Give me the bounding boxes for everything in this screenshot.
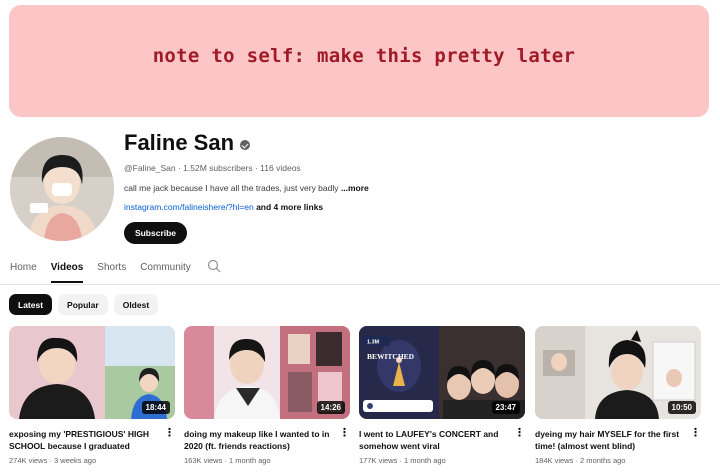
more-links-button[interactable]: and 4 more links: [254, 202, 323, 212]
channel-meta: @Faline_San · 1.52M subscribers · 116 vi…: [124, 163, 301, 173]
tab-community[interactable]: Community: [140, 262, 191, 283]
video-meta: 274K views · 3 weeks ago: [9, 456, 97, 465]
more-options-icon[interactable]: ⋮: [339, 428, 350, 439]
channel-description[interactable]: call me jack because I have all the trad…: [124, 183, 369, 193]
sort-chips: Latest Popular Oldest: [9, 294, 159, 315]
video-meta: 177K views · 1 month ago: [359, 456, 446, 465]
more-options-icon[interactable]: ⋮: [690, 428, 701, 439]
video-card[interactable]: 18:44 exposing my 'PRESTIGIOUS' HIGH SCH…: [9, 326, 175, 465]
video-duration: 23:47: [491, 401, 520, 414]
search-icon[interactable]: [207, 259, 221, 278]
channel-avatar[interactable]: [10, 137, 114, 241]
description-more-link[interactable]: ...more: [341, 183, 369, 193]
channel-name: Faline San: [124, 130, 251, 156]
video-title[interactable]: I went to LAUFEY's CONCERT and somehow w…: [359, 428, 525, 452]
channel-links: instagram.com/falineishere/?hl=en and 4 …: [124, 202, 323, 212]
avatar-image: [10, 137, 114, 241]
channel-tabs: Home Videos Shorts Community: [10, 259, 221, 283]
video-duration: 14:26: [316, 401, 345, 414]
chip-oldest[interactable]: Oldest: [113, 294, 159, 315]
video-card[interactable]: 10:50 dyeing my hair MYSELF for the firs…: [535, 326, 701, 465]
description-text: call me jack because I have all the trad…: [124, 183, 341, 193]
video-card[interactable]: 14:26 doing my makeup like I wanted to i…: [184, 326, 350, 465]
video-title[interactable]: dyeing my hair MYSELF for the first time…: [535, 428, 701, 452]
chip-latest[interactable]: Latest: [9, 294, 53, 315]
video-title[interactable]: doing my makeup like I wanted to in 2020…: [184, 428, 350, 452]
verified-badge-icon: [240, 140, 251, 150]
channel-banner: note to self: make this pretty later: [9, 5, 709, 117]
video-title[interactable]: exposing my 'PRESTIGIOUS' HIGH SCHOOL be…: [9, 428, 175, 452]
concert-title: BEWITCHED: [367, 352, 415, 361]
tab-shorts[interactable]: Shorts: [97, 262, 126, 283]
tabs-divider: [0, 284, 720, 285]
video-card[interactable]: 1.3M BEWITCHED 23:47 I went to LAUFEY's …: [359, 326, 525, 465]
more-options-icon[interactable]: ⋮: [514, 428, 525, 439]
video-thumbnail[interactable]: 14:26: [184, 326, 350, 419]
video-thumbnail[interactable]: 1.3M BEWITCHED 23:47: [359, 326, 525, 419]
video-meta: 184K views · 2 months ago: [535, 456, 626, 465]
video-thumbnail[interactable]: 10:50: [535, 326, 701, 419]
concert-views: 1.3M: [367, 340, 380, 346]
subscribe-button[interactable]: Subscribe: [124, 222, 187, 244]
video-duration: 18:44: [141, 401, 170, 414]
channel-name-text: Faline San: [124, 130, 235, 155]
more-options-icon[interactable]: ⋮: [164, 428, 175, 439]
video-thumbnail[interactable]: 18:44: [9, 326, 175, 419]
video-duration: 10:50: [667, 401, 696, 414]
tab-home[interactable]: Home: [10, 262, 37, 283]
video-meta: 163K views · 1 month ago: [184, 456, 271, 465]
instagram-link[interactable]: instagram.com/falineishere/?hl=en: [124, 202, 254, 212]
tab-videos[interactable]: Videos: [50, 262, 83, 283]
chip-popular[interactable]: Popular: [58, 294, 108, 315]
banner-text: note to self: make this pretty later: [152, 45, 576, 67]
